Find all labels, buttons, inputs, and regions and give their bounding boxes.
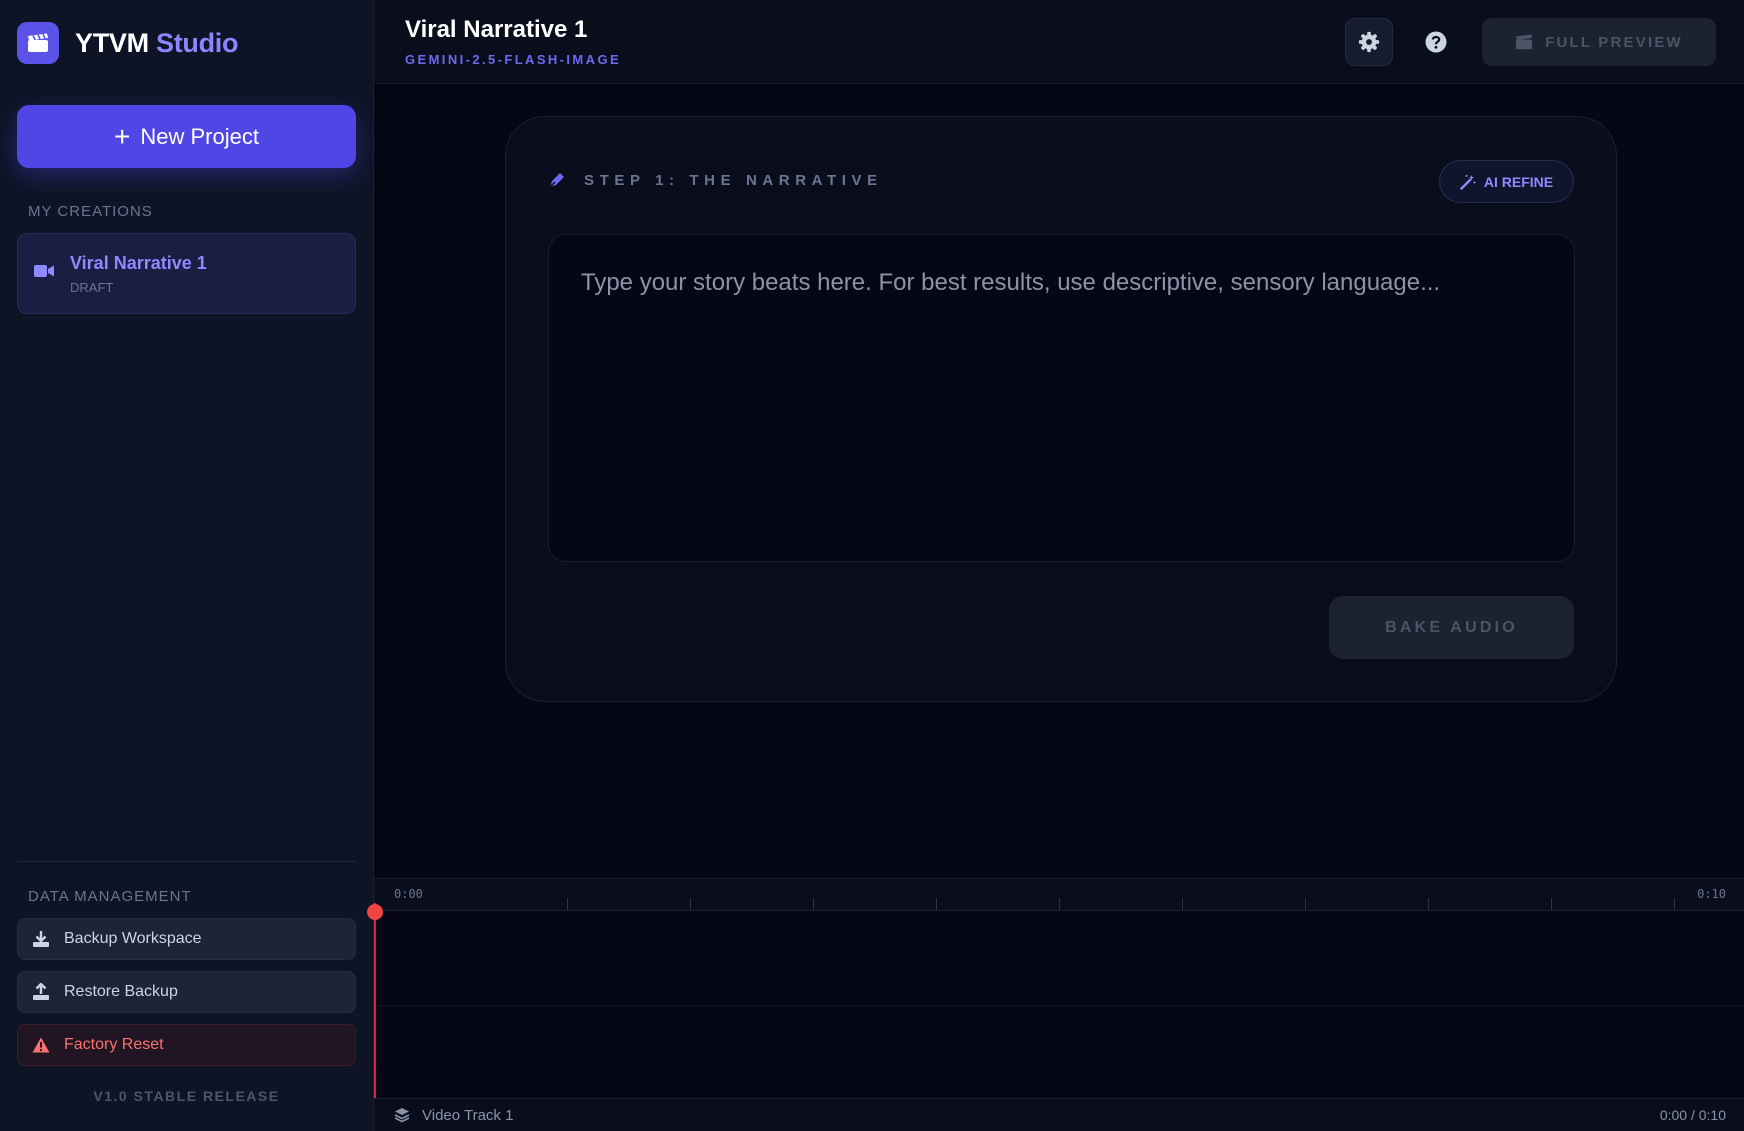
layers-icon bbox=[394, 1107, 410, 1123]
factory-reset-label: Factory Reset bbox=[64, 1036, 164, 1053]
app-root: YTVM Studio + New Project MY CREATIONS V… bbox=[0, 0, 1744, 1131]
project-status: DRAFT bbox=[70, 279, 114, 295]
sidebar: YTVM Studio + New Project MY CREATIONS V… bbox=[0, 0, 374, 1131]
magic-wand-icon bbox=[1460, 174, 1476, 190]
ruler-start-label: 0:00 bbox=[394, 887, 423, 901]
title-block: Viral Narrative 1 GEMINI-2.5-FLASH-IMAGE bbox=[405, 16, 621, 67]
version-label: V1.0 STABLE RELEASE bbox=[93, 1088, 280, 1104]
ruler-tick bbox=[1428, 898, 1429, 910]
ruler-tick bbox=[1059, 898, 1060, 910]
timeline-ruler[interactable]: 0:00 0:10 bbox=[374, 878, 1744, 911]
narrative-card: STEP 1: THE NARRATIVE AI REFINE BAKE AUD… bbox=[505, 116, 1617, 702]
story-input[interactable] bbox=[548, 234, 1575, 562]
video-camera-icon bbox=[34, 264, 54, 283]
project-text: Viral Narrative 1 DRAFT bbox=[70, 253, 207, 295]
ai-refine-label: AI REFINE bbox=[1483, 173, 1554, 190]
ruler-tick bbox=[813, 898, 814, 910]
clapperboard-icon bbox=[1515, 34, 1533, 50]
ruler-tick bbox=[1674, 898, 1675, 910]
track-footer: Video Track 1 0:00 / 0:10 bbox=[374, 1098, 1744, 1131]
step-title: STEP 1: THE NARRATIVE bbox=[584, 171, 883, 189]
download-icon bbox=[32, 930, 50, 948]
restore-backup-button[interactable]: Restore Backup bbox=[17, 971, 356, 1013]
backup-workspace-button[interactable]: Backup Workspace bbox=[17, 918, 356, 960]
ruler-tick bbox=[1182, 898, 1183, 910]
time-display: 0:00 / 0:10 bbox=[1659, 1107, 1726, 1123]
playhead-handle[interactable] bbox=[367, 904, 383, 920]
factory-reset-button[interactable]: Factory Reset bbox=[17, 1024, 356, 1066]
ruler-tick bbox=[1305, 898, 1306, 910]
track-name: Video Track 1 bbox=[422, 1106, 514, 1124]
pen-icon bbox=[548, 171, 566, 189]
ruler-tick bbox=[690, 898, 691, 910]
top-actions: FULL PREVIEW bbox=[1345, 18, 1716, 66]
brand-title: YTVM Studio bbox=[75, 27, 239, 59]
help-button[interactable] bbox=[1412, 18, 1460, 66]
track-area[interactable] bbox=[374, 911, 1744, 1098]
full-preview-label: FULL PREVIEW bbox=[1545, 33, 1683, 51]
bake-audio-button[interactable]: BAKE AUDIO bbox=[1329, 596, 1574, 659]
data-management-section: DATA MANAGEMENT Backup Workspace Restore… bbox=[17, 861, 356, 1104]
page-title: Viral Narrative 1 bbox=[405, 16, 588, 43]
ai-refine-button[interactable]: AI REFINE bbox=[1439, 160, 1574, 203]
project-title: Viral Narrative 1 bbox=[70, 252, 207, 273]
settings-button[interactable] bbox=[1345, 18, 1393, 66]
track-divider bbox=[374, 1005, 1744, 1006]
timeline[interactable]: 0:00 0:10 Video Track 1 0:00 / 0:10 bbox=[367, 878, 1744, 1131]
restore-backup-label: Restore Backup bbox=[64, 983, 178, 1000]
upload-icon bbox=[32, 983, 50, 1001]
project-item[interactable]: Viral Narrative 1 DRAFT bbox=[17, 233, 356, 314]
new-project-button[interactable]: + New Project bbox=[17, 105, 356, 168]
brand-suffix: Studio bbox=[156, 27, 239, 58]
playhead[interactable] bbox=[374, 903, 376, 1098]
brand: YTVM Studio bbox=[17, 0, 356, 86]
gear-icon bbox=[1358, 31, 1380, 53]
new-project-label: New Project bbox=[140, 123, 259, 149]
brand-name: YTVM bbox=[75, 27, 149, 58]
my-creations-heading: MY CREATIONS bbox=[28, 203, 153, 220]
clapperboard-icon bbox=[17, 22, 59, 64]
card-header: STEP 1: THE NARRATIVE bbox=[548, 171, 883, 189]
full-preview-button[interactable]: FULL PREVIEW bbox=[1482, 18, 1716, 66]
main-area: Viral Narrative 1 GEMINI-2.5-FLASH-IMAGE bbox=[367, 0, 1744, 1131]
data-management-heading: DATA MANAGEMENT bbox=[28, 888, 192, 905]
top-bar: Viral Narrative 1 GEMINI-2.5-FLASH-IMAGE bbox=[374, 0, 1744, 84]
ruler-tick bbox=[567, 898, 568, 910]
plus-icon: + bbox=[114, 120, 131, 152]
question-circle-icon bbox=[1425, 31, 1447, 53]
ruler-tick bbox=[936, 898, 937, 910]
warning-icon bbox=[32, 1037, 50, 1053]
model-name: GEMINI-2.5-FLASH-IMAGE bbox=[405, 52, 622, 67]
ruler-end-label: 0:10 bbox=[1697, 887, 1726, 901]
backup-workspace-label: Backup Workspace bbox=[64, 930, 202, 947]
ruler-tick bbox=[1551, 898, 1552, 910]
